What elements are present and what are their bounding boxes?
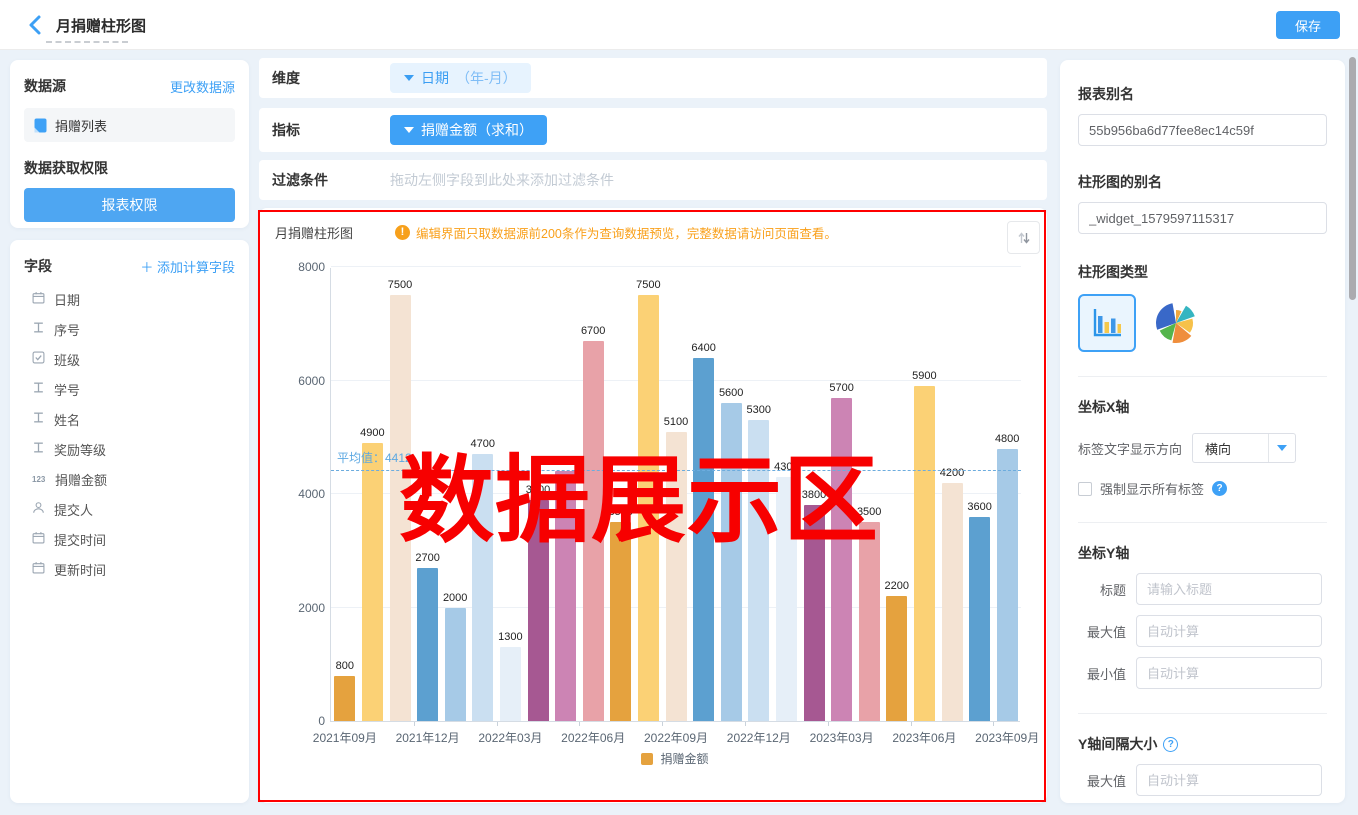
label-direction-select[interactable]: 横向	[1192, 433, 1296, 463]
chevron-down-icon	[1277, 445, 1287, 451]
report-permission-button[interactable]: 报表权限	[24, 188, 235, 222]
field-item-label: 学号	[54, 380, 80, 399]
text-icon	[32, 381, 45, 397]
data-permission-title: 数据获取权限	[24, 158, 235, 178]
datasource-item-label: 捐赠列表	[55, 116, 107, 135]
annotation-red-frame	[258, 210, 1046, 802]
back-button[interactable]	[24, 13, 48, 37]
person-icon	[32, 501, 45, 517]
y-interval-max-label: 最大值	[1078, 771, 1126, 790]
text-icon	[32, 321, 45, 337]
divider	[1078, 522, 1327, 523]
y-axis-title-field-label: 标题	[1078, 580, 1126, 599]
document-icon	[34, 118, 47, 133]
settings-panel: 报表别名 柱形图的别名 柱形图类型	[1060, 60, 1345, 803]
filter-drop-area[interactable]: 拖动左侧字段到此处来添加过滤条件	[390, 170, 614, 190]
field-list: 日期序号班级学号姓名奖励等级 123 捐赠金额提交人提交时间更新时间	[24, 284, 235, 584]
report-alias-label: 报表别名	[1078, 84, 1327, 104]
y-axis-max-label: 最大值	[1078, 622, 1126, 641]
y-axis-min-input[interactable]	[1136, 657, 1322, 689]
chart-type-pie-option[interactable]	[1152, 299, 1200, 347]
field-item[interactable]: 学号	[24, 374, 235, 404]
datasource-panel: 数据源 更改数据源 捐赠列表 数据获取权限 报表权限	[10, 60, 249, 228]
field-item-label: 提交人	[54, 500, 93, 519]
save-button[interactable]: 保存	[1276, 11, 1340, 39]
top-header-bar: 月捐赠柱形图 保存	[0, 0, 1358, 50]
label-direction-label: 标签文字显示方向	[1078, 439, 1182, 458]
calendar-icon	[32, 561, 45, 577]
pie-chart-icon	[1152, 299, 1200, 347]
field-item-label: 提交时间	[54, 530, 106, 549]
text-icon	[32, 411, 45, 427]
metric-chip[interactable]: 捐赠金额（求和）	[390, 115, 547, 145]
field-item[interactable]: 班级	[24, 344, 235, 374]
field-item[interactable]: 奖励等级	[24, 434, 235, 464]
divider	[1078, 713, 1327, 714]
calendar-icon	[32, 531, 45, 547]
widget-alias-label: 柱形图的别名	[1078, 172, 1327, 192]
dimension-row: 维度 日期（年-月）	[259, 58, 1047, 98]
window-scrollbar-thumb[interactable]	[1349, 57, 1356, 300]
y-axis-title-input[interactable]	[1136, 573, 1322, 605]
y-axis-max-input[interactable]	[1136, 615, 1322, 647]
divider	[1078, 376, 1327, 377]
field-item-label: 更新时间	[54, 560, 106, 579]
dimension-chip[interactable]: 日期（年-月）	[390, 63, 531, 93]
field-item[interactable]: 姓名	[24, 404, 235, 434]
x-axis-title: 坐标X轴	[1078, 397, 1327, 417]
y-axis-title: 坐标Y轴	[1078, 543, 1327, 563]
number-icon: 123	[32, 475, 46, 484]
field-item[interactable]: 日期	[24, 284, 235, 314]
field-item-label: 日期	[54, 290, 80, 309]
app-window: 月捐赠柱形图 保存 数据源 更改数据源 捐赠列表 数据获取权限 报表权限 字段 …	[0, 0, 1358, 815]
chart-type-label: 柱形图类型	[1078, 262, 1327, 282]
force-labels-checkbox[interactable]	[1078, 482, 1092, 496]
field-item[interactable]: 提交时间	[24, 524, 235, 554]
text-icon	[32, 441, 45, 457]
y-interval-max-input[interactable]	[1136, 764, 1322, 796]
field-item-label: 奖励等级	[54, 440, 106, 459]
chart-type-bar-option[interactable]	[1078, 294, 1136, 352]
label-direction-value: 横向	[1193, 434, 1268, 462]
datasource-item[interactable]: 捐赠列表	[24, 108, 235, 142]
force-labels-label: 强制显示所有标签	[1100, 479, 1204, 498]
checkbox-icon	[32, 351, 45, 367]
field-item-label: 序号	[54, 320, 80, 339]
change-datasource-link[interactable]: 更改数据源	[170, 77, 235, 96]
y-interval-title: Y轴间隔大小	[1078, 734, 1157, 754]
report-alias-input[interactable]	[1078, 114, 1327, 146]
filter-row: 过滤条件 拖动左侧字段到此处来添加过滤条件	[259, 160, 1047, 200]
y-axis-min-label: 最小值	[1078, 664, 1126, 683]
bar-chart-icon	[1088, 304, 1126, 342]
field-item-label: 捐赠金额	[55, 470, 107, 489]
field-item[interactable]: 序号	[24, 314, 235, 344]
calendar-icon	[32, 291, 45, 307]
chevron-down-icon	[404, 127, 414, 133]
fields-title: 字段	[24, 256, 52, 276]
plus-icon: ＋	[140, 260, 153, 275]
datasource-title: 数据源	[24, 76, 66, 96]
field-item[interactable]: 123 捐赠金额	[24, 464, 235, 494]
y-interval-title-row: Y轴间隔大小 ?	[1078, 734, 1327, 754]
fields-panel: 字段 ＋ 添加计算字段 日期序号班级学号姓名奖励等级 123 捐赠金额提交人提交时间…	[10, 240, 249, 803]
help-icon[interactable]: ?	[1212, 481, 1227, 496]
widget-alias-input[interactable]	[1078, 202, 1327, 234]
field-item[interactable]: 提交人	[24, 494, 235, 524]
field-item-label: 姓名	[54, 410, 80, 429]
help-icon[interactable]: ?	[1163, 737, 1178, 752]
page-title: 月捐赠柱形图	[56, 15, 146, 36]
title-dashed-underline	[46, 41, 128, 43]
chevron-left-icon	[24, 13, 48, 37]
select-arrow	[1268, 434, 1295, 462]
filter-label: 过滤条件	[272, 170, 390, 190]
field-item[interactable]: 更新时间	[24, 554, 235, 584]
add-calc-field-link[interactable]: ＋ 添加计算字段	[140, 257, 235, 276]
dimension-label: 维度	[272, 68, 390, 88]
field-item-label: 班级	[54, 350, 80, 369]
metric-row: 指标 捐赠金额（求和）	[259, 108, 1047, 152]
chevron-down-icon	[404, 75, 414, 81]
metric-label: 指标	[272, 120, 390, 140]
